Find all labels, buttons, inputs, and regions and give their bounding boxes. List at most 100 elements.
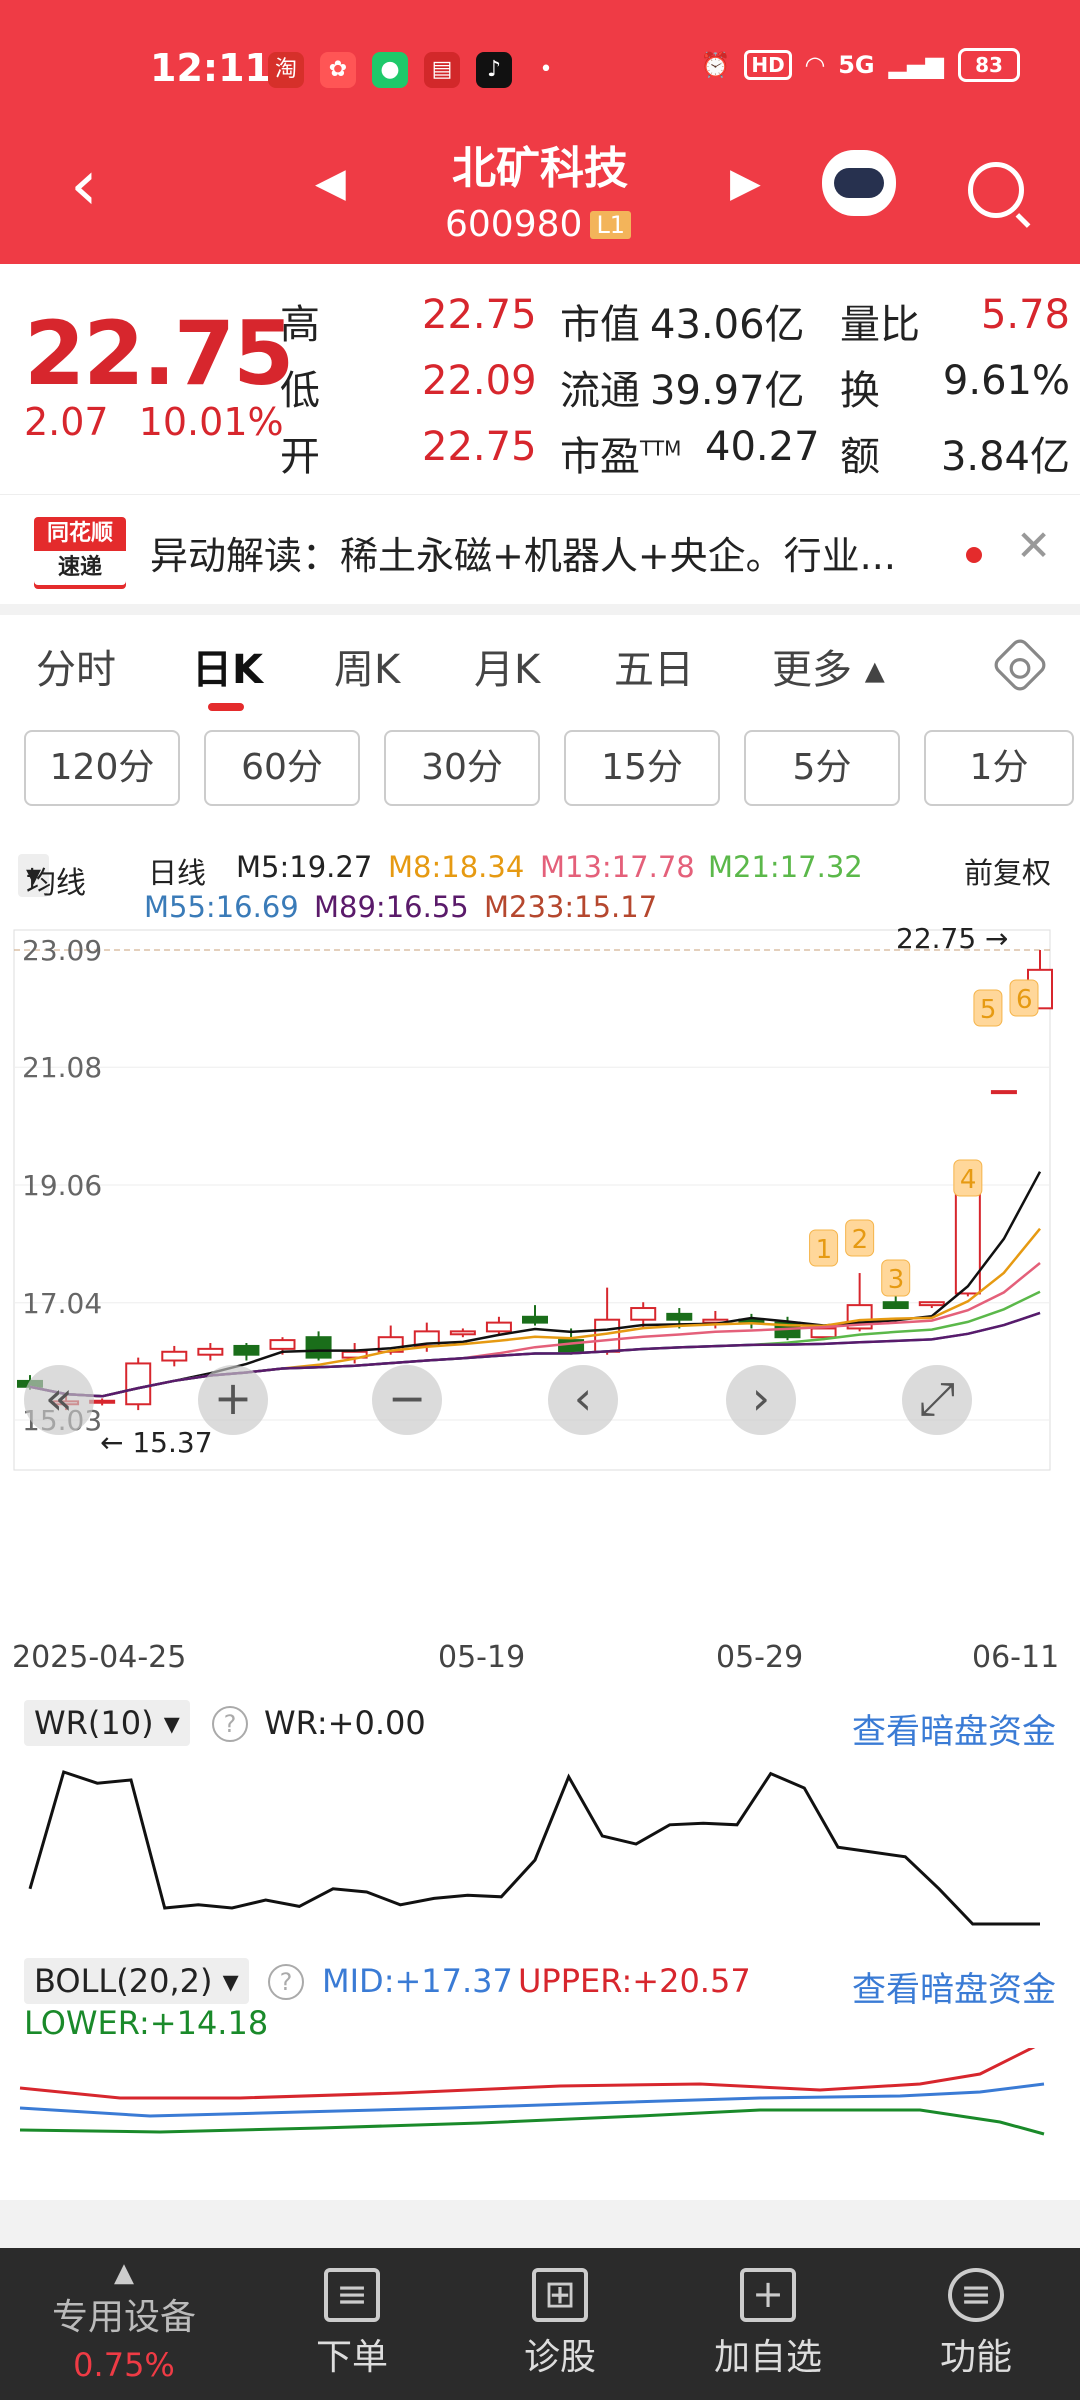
add-watchlist-button[interactable]: + 加自选 xyxy=(688,2268,848,2380)
candle-body xyxy=(666,1312,693,1321)
wr-line-chart xyxy=(28,1770,1040,1926)
ai-assistant-icon[interactable] xyxy=(822,150,896,216)
status-bar: 12:11 淘 ✿ ● ▤ ♪ • ⏰ HD ◠ 5G ▂▄▆ 83 xyxy=(0,38,1080,108)
fullscreen-icon[interactable]: ⤢ xyxy=(902,1365,972,1435)
hd-icon: HD xyxy=(744,50,792,80)
high-label: 高 xyxy=(280,302,320,348)
interval-30min[interactable]: 30分 xyxy=(384,730,540,806)
ma-item: M13:17.78 xyxy=(540,850,695,884)
close-icon[interactable]: ✕ xyxy=(1016,521,1051,570)
candle-body xyxy=(269,1339,296,1350)
step-left-icon[interactable]: ‹ xyxy=(548,1365,618,1435)
interval-1min[interactable]: 1分 xyxy=(924,730,1074,806)
tab-intraday[interactable]: 分时 xyxy=(36,637,116,695)
level-badge: L1 xyxy=(590,210,632,239)
volume-ratio-value: 5.78 xyxy=(980,292,1070,338)
candle-body xyxy=(882,1301,909,1310)
turnover-value: 9.61% xyxy=(942,358,1070,404)
badge-label: 3 xyxy=(888,1265,905,1295)
wifi-icon: ◠ xyxy=(805,51,825,79)
date-tick: 06-11 xyxy=(972,1640,1060,1675)
y-tick-label: 21.08 xyxy=(22,1051,102,1084)
quote-grid: 高 22.75 市值 43.06亿 量比 5.78 低 22.09 流通 39.… xyxy=(280,284,1080,482)
y-tick-label: 23.09 xyxy=(22,934,102,967)
float-cap-label: 流通 xyxy=(560,368,640,414)
interval-120min[interactable]: 120分 xyxy=(24,730,180,806)
unread-dot-icon xyxy=(966,547,982,563)
candle-body xyxy=(305,1336,332,1359)
search-icon[interactable] xyxy=(968,162,1024,218)
bottom-nav: ▲ 专用设备 0.75% ≡ 下单 ⊞ 诊股 + 加自选 ≡ 功能 xyxy=(0,2248,1080,2400)
alarm-icon: ⏰ xyxy=(700,51,731,79)
ma-item: M21:17.32 xyxy=(708,850,863,884)
tab-daily-k[interactable]: 日K xyxy=(192,637,263,695)
high-marker: 22.75 → xyxy=(896,922,1009,955)
date-tick: 05-19 xyxy=(438,1640,526,1675)
news-strip[interactable]: 同花顺 速递 异动解读：稀土永磁+机器人+央企。行业... ✕ xyxy=(0,494,1080,604)
settings-icon[interactable] xyxy=(990,635,1050,695)
expand-up-icon: ▲ xyxy=(114,2258,134,2288)
tab-five-day[interactable]: 五日 xyxy=(614,637,694,695)
ma-selector[interactable]: 均线 ▾ xyxy=(18,854,86,901)
huawei-icon: ✿ xyxy=(320,52,356,88)
quote-row: 低 22.09 流通 39.97亿 换 9.61% xyxy=(280,350,1080,416)
wr-panel: WR(10) ▾ ? WR:+0.00 查看暗盘资金 xyxy=(0,1690,1080,1940)
stock-name: 北矿科技 xyxy=(452,143,628,194)
help-icon[interactable]: ? xyxy=(212,1706,248,1742)
help-icon[interactable]: ? xyxy=(268,1964,304,2000)
low-value: 22.09 xyxy=(422,358,537,404)
order-button[interactable]: ≡ 下单 xyxy=(272,2268,432,2380)
quote-row: 开 22.75 市盈TTM 40.27 额 3.84亿 xyxy=(280,416,1080,482)
scroll-left-icon[interactable]: « xyxy=(24,1365,94,1435)
candle-body xyxy=(522,1315,548,1324)
open-label: 开 xyxy=(280,434,320,480)
next-stock-button[interactable]: ▶ xyxy=(730,160,761,206)
zoom-out-icon[interactable]: − xyxy=(372,1365,442,1435)
candle-body xyxy=(954,1186,981,1295)
signal-label: 5G xyxy=(838,51,875,79)
active-tab-indicator xyxy=(208,703,244,711)
ma-item: M233:15.17 xyxy=(484,890,658,924)
amount-value: 3.84亿 xyxy=(940,434,1070,480)
news-app-icon: ▤ xyxy=(424,52,460,88)
candle-body xyxy=(630,1307,657,1321)
wr-selector[interactable]: WR(10) ▾ xyxy=(24,1700,190,1746)
step-right-icon[interactable]: › xyxy=(726,1365,796,1435)
interval-60min[interactable]: 60分 xyxy=(204,730,360,806)
status-time: 12:11 xyxy=(150,46,271,90)
news-headline[interactable]: 异动解读：稀土永磁+机器人+央企。行业... xyxy=(150,525,896,580)
boll-upper: UPPER:+20.57 xyxy=(518,1962,751,2000)
ma-legend: 均线 ▾ 日线 M5:19.27 M8:18.34 M13:17.78 M21:… xyxy=(0,830,1080,924)
sector-button[interactable]: ▲ 专用设备 0.75% xyxy=(44,2258,204,2384)
menu-icon: ≡ xyxy=(948,2268,1004,2322)
zoom-in-icon[interactable]: + xyxy=(198,1365,268,1435)
more-dot-icon: • xyxy=(539,57,553,82)
tab-weekly-k[interactable]: 周K xyxy=(334,637,400,695)
dark-pool-link[interactable]: 查看暗盘资金 xyxy=(852,1962,1056,2011)
interval-5min[interactable]: 5分 xyxy=(744,730,900,806)
market-cap-value: 43.06亿 xyxy=(650,302,805,348)
change-value: 2.07 xyxy=(24,400,109,444)
wr-value: WR:+0.00 xyxy=(264,1704,426,1742)
adjust-mode[interactable]: 前复权 xyxy=(964,850,1051,892)
candle-body xyxy=(233,1344,260,1356)
tab-monthly-k[interactable]: 月K xyxy=(474,637,540,695)
functions-button[interactable]: ≡ 功能 xyxy=(896,2268,1056,2380)
boll-upper-line xyxy=(19,2048,1036,2100)
candle-body xyxy=(990,1090,1017,1095)
boll-selector[interactable]: BOLL(20,2) ▾ xyxy=(24,1958,249,2004)
wr-line xyxy=(28,1770,1040,1926)
stock-code-row: 600980 L1 xyxy=(445,204,632,245)
add-icon: + xyxy=(740,2268,796,2322)
diagnose-button[interactable]: ⊞ 诊股 xyxy=(480,2268,640,2380)
date-tick: 2025-04-25 xyxy=(12,1640,187,1675)
y-tick-label: 19.06 xyxy=(22,1169,102,1202)
order-icon: ≡ xyxy=(324,2268,380,2322)
dark-pool-link[interactable]: 查看暗盘资金 xyxy=(852,1704,1056,1753)
interval-15min[interactable]: 15分 xyxy=(564,730,720,806)
tab-more[interactable]: 更多 ▴ xyxy=(772,637,885,695)
candle-body xyxy=(449,1330,476,1336)
candle-body xyxy=(197,1347,224,1356)
boll-lower: LOWER:+14.18 xyxy=(24,2004,269,2042)
price-change: 2.07 10.01% xyxy=(24,400,284,444)
